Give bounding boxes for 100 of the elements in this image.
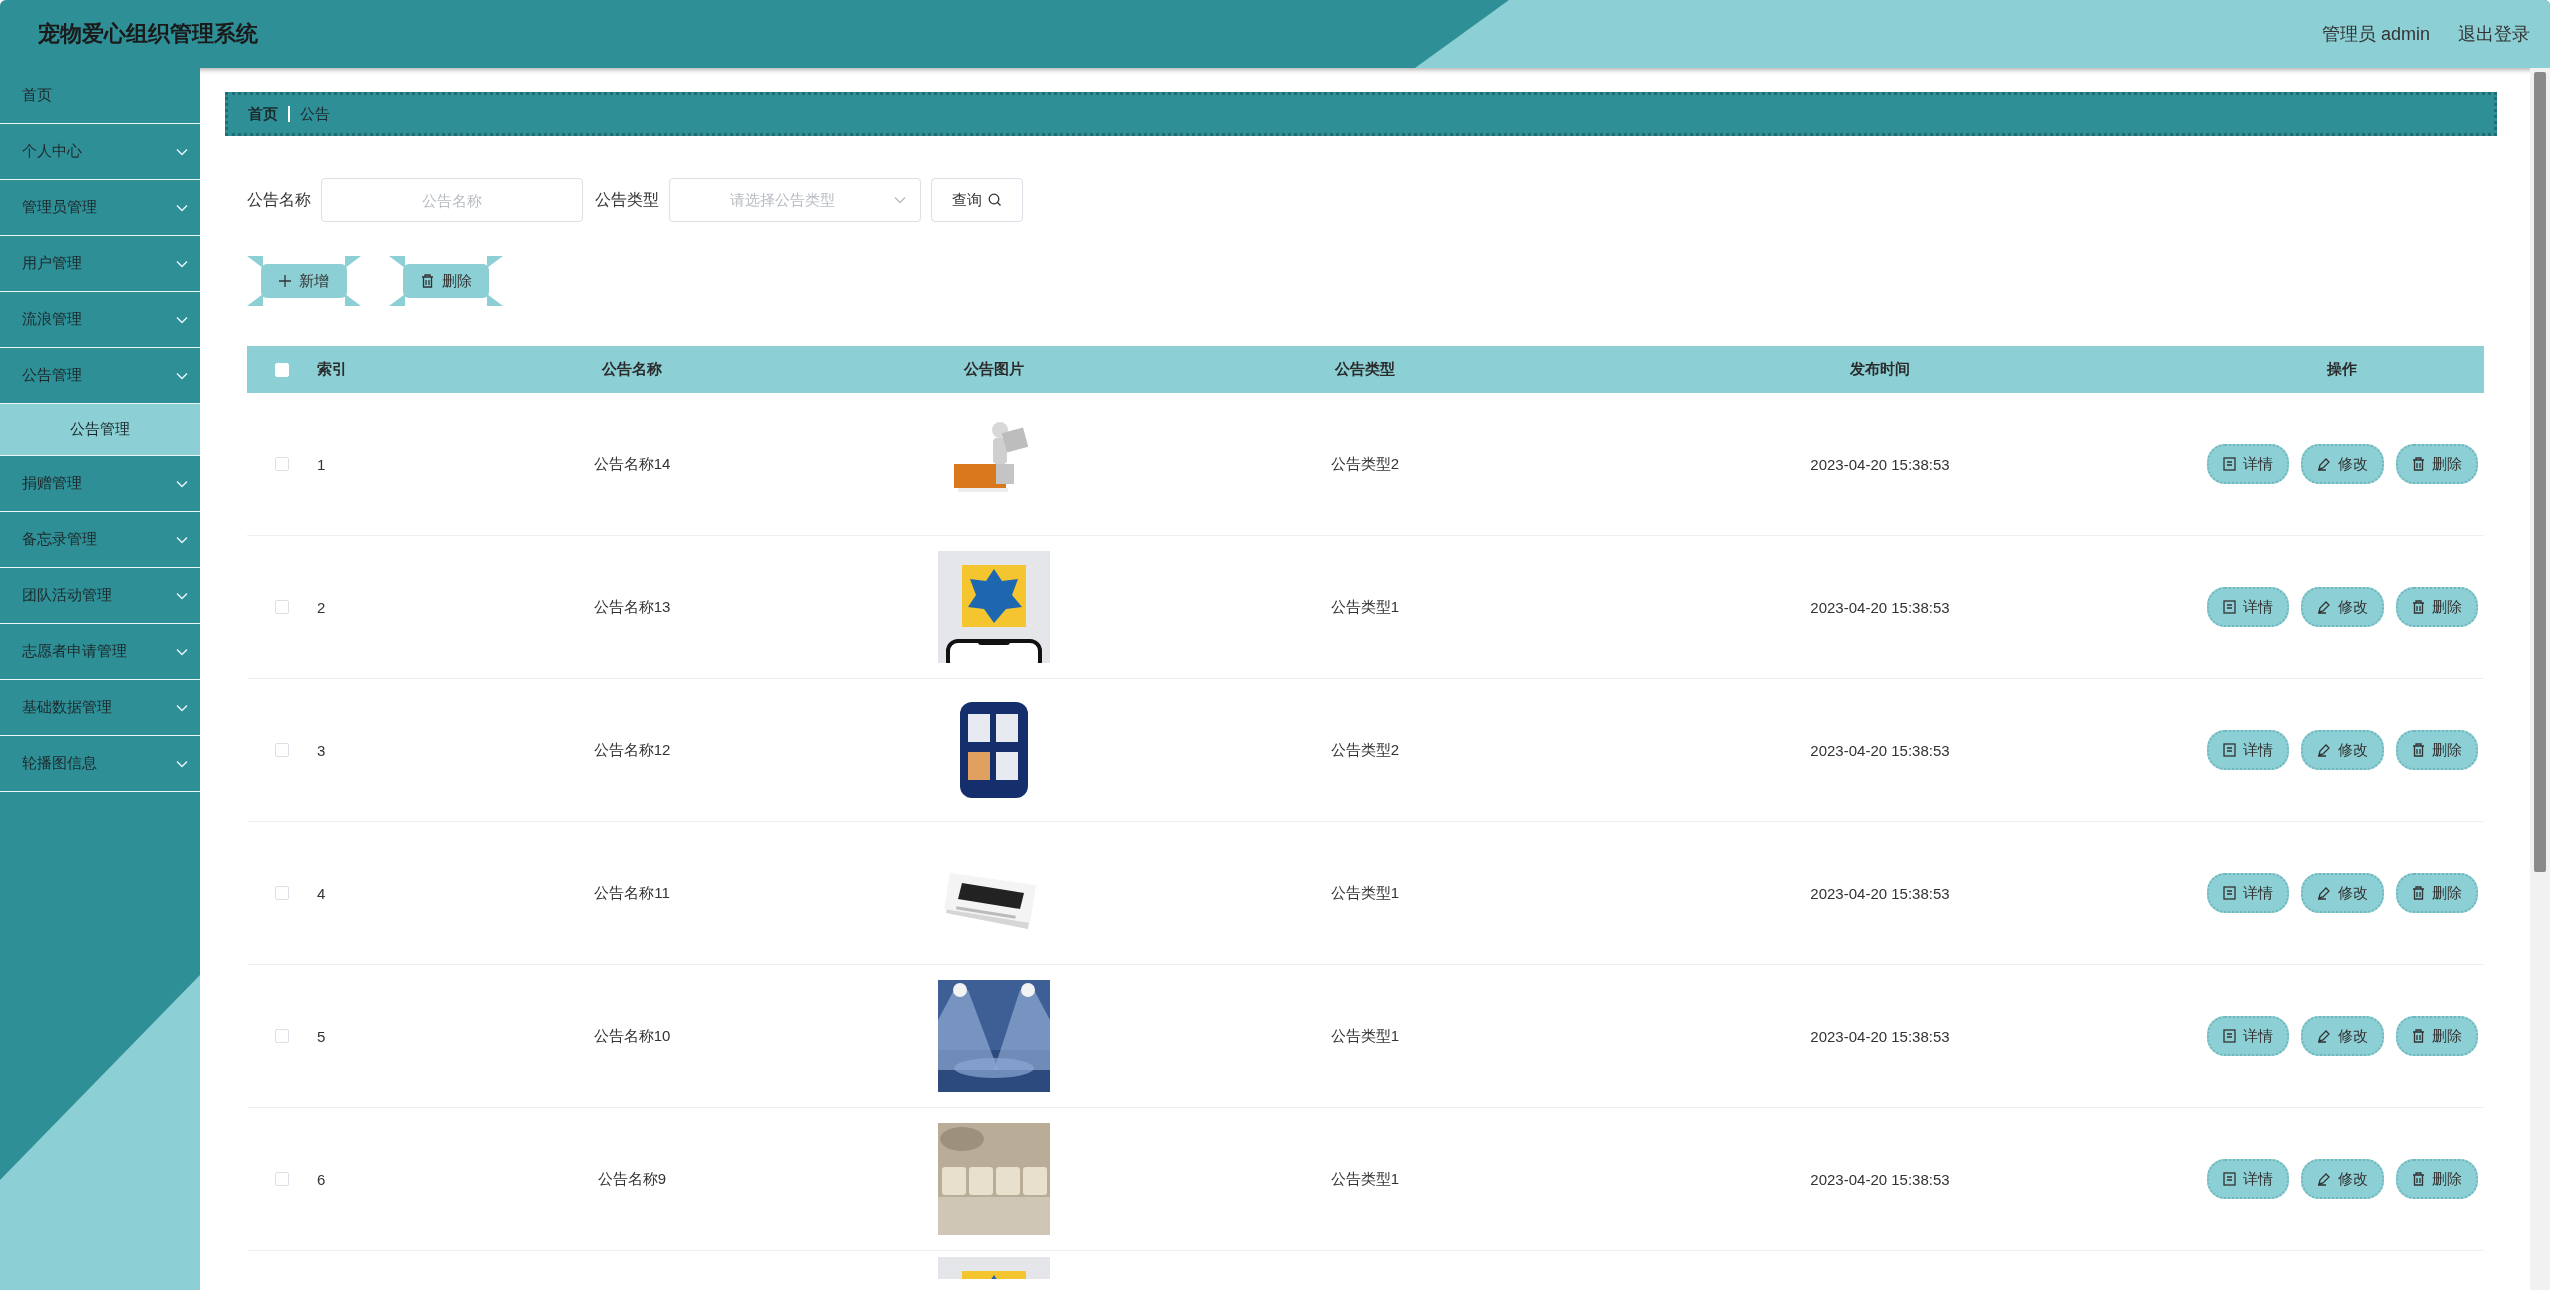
- menu-item[interactable]: 首页: [0, 68, 200, 124]
- row-checkbox[interactable]: [275, 1172, 289, 1186]
- details-button[interactable]: 详情: [2206, 873, 2289, 913]
- menu-item[interactable]: 管理员管理: [0, 180, 200, 236]
- pencil-icon: [2316, 1029, 2331, 1043]
- menu-item[interactable]: 团队活动管理: [0, 568, 200, 624]
- details-button[interactable]: 详情: [2206, 730, 2289, 770]
- submenu-item[interactable]: 公告管理: [0, 404, 200, 456]
- menu-item[interactable]: 备忘录管理: [0, 512, 200, 568]
- table-cell: 公告类型1: [1330, 883, 1400, 903]
- details-button[interactable]: 详情: [2206, 587, 2289, 627]
- trash-icon: [2411, 1172, 2425, 1186]
- edit-button[interactable]: 修改: [2300, 730, 2384, 770]
- user-label: 管理员 admin: [2321, 23, 2430, 46]
- chevron-down-icon: [894, 196, 906, 204]
- table-cell: 2023-04-20 15:38:53: [1810, 598, 1950, 616]
- table-cell: 公告名称12: [593, 740, 671, 760]
- table-cell: 公告名称11: [594, 883, 670, 903]
- chevron-down-icon: [176, 591, 188, 600]
- table-cell: 2023-04-20 15:38:53: [1810, 1027, 1950, 1045]
- document-icon: [2222, 600, 2236, 614]
- document-icon: [2222, 1172, 2236, 1186]
- table-cell: 2023-04-20 15:38:53: [1810, 1170, 1950, 1188]
- row-checkbox[interactable]: [275, 743, 289, 757]
- menu-item[interactable]: 轮播图信息: [0, 736, 200, 792]
- row-checkbox[interactable]: [275, 600, 289, 614]
- row-checkbox[interactable]: [275, 1029, 289, 1043]
- table-cell: 5: [317, 1027, 326, 1045]
- menu-item[interactable]: 流浪管理: [0, 292, 200, 348]
- document-icon: [2222, 743, 2236, 757]
- chevron-down-icon: [176, 203, 188, 212]
- table-cell: 2023-04-20 15:38:53: [1810, 455, 1950, 473]
- chevron-down-icon: [176, 259, 188, 268]
- table-cell: 公告名称14: [593, 454, 671, 474]
- name-input[interactable]: 公告名称: [321, 178, 583, 222]
- table-cell: 公告名称9: [597, 1169, 667, 1189]
- edit-button[interactable]: 修改: [2300, 444, 2384, 484]
- table-cell: 公告类型1: [1330, 1026, 1400, 1046]
- document-icon: [2222, 886, 2236, 900]
- pencil-icon: [2316, 743, 2331, 757]
- app-title: 宠物爱心组织管理系统: [38, 20, 258, 48]
- pencil-icon: [2316, 457, 2331, 471]
- menu-item[interactable]: 捐赠管理: [0, 456, 200, 512]
- column-header: 发布时间: [1850, 360, 1910, 379]
- chevron-down-icon: [176, 315, 188, 324]
- row-checkbox[interactable]: [275, 457, 289, 471]
- logout-link[interactable]: 退出登录: [2458, 22, 2530, 46]
- delete-button[interactable]: 删除: [2395, 444, 2478, 484]
- pencil-icon: [2316, 600, 2331, 614]
- chevron-down-icon: [176, 147, 188, 156]
- table-cell: 2023-04-20 15:38:53: [1810, 884, 1950, 902]
- breadcrumb-current: 公告: [300, 104, 330, 124]
- table-cell: 1: [317, 455, 326, 473]
- table-cell: 4: [317, 884, 326, 902]
- trash-icon: [2411, 600, 2425, 614]
- table-cell: 公告类型1: [1330, 1169, 1400, 1189]
- table-cell: 3: [317, 741, 326, 759]
- delete-button[interactable]: 删除: [2395, 730, 2478, 770]
- row-checkbox[interactable]: [275, 886, 289, 900]
- details-button[interactable]: 详情: [2206, 1016, 2289, 1056]
- trash-icon: [2411, 457, 2425, 471]
- chevron-down-icon: [176, 703, 188, 712]
- document-icon: [2222, 457, 2236, 471]
- chevron-down-icon: [176, 535, 188, 544]
- search-icon: [988, 193, 1002, 207]
- scrollbar-thumb[interactable]: [2534, 72, 2546, 872]
- trash-icon: [2411, 743, 2425, 757]
- delete-button[interactable]: 删除: [2395, 587, 2478, 627]
- search-button[interactable]: 查询: [931, 178, 1023, 222]
- delete-button[interactable]: 删除: [2395, 1016, 2478, 1056]
- table-cell: 公告类型1: [1330, 597, 1400, 617]
- column-header: 公告名称: [602, 360, 662, 379]
- document-icon: [2222, 1029, 2236, 1043]
- breadcrumb-link[interactable]: 首页: [248, 104, 278, 124]
- trash-icon: [2411, 1029, 2425, 1043]
- trash-icon: [2411, 886, 2425, 900]
- menu-item[interactable]: 个人中心: [0, 124, 200, 180]
- trash-icon: [420, 274, 434, 288]
- table-cell: 2: [317, 598, 326, 616]
- chevron-down-icon: [176, 371, 188, 380]
- table-cell: 公告类型2: [1330, 454, 1400, 474]
- edit-button[interactable]: 修改: [2300, 1159, 2384, 1199]
- edit-button[interactable]: 修改: [2300, 587, 2384, 627]
- menu-item[interactable]: 志愿者申请管理: [0, 624, 200, 680]
- menu-item[interactable]: 基础数据管理: [0, 680, 200, 736]
- menu-item[interactable]: 用户管理: [0, 236, 200, 292]
- chevron-down-icon: [176, 479, 188, 488]
- select-all-checkbox[interactable]: [275, 362, 289, 377]
- column-header: 公告类型: [1335, 360, 1395, 379]
- table-cell: 公告名称13: [593, 597, 671, 617]
- details-button[interactable]: 详情: [2206, 1159, 2289, 1199]
- edit-button[interactable]: 修改: [2300, 1016, 2384, 1056]
- column-header: 公告图片: [963, 360, 1024, 379]
- edit-button[interactable]: 修改: [2300, 873, 2384, 913]
- details-button[interactable]: 详情: [2206, 444, 2289, 484]
- delete-button[interactable]: 删除: [2395, 1159, 2478, 1199]
- column-header: 操作: [2327, 360, 2357, 379]
- field-label: 公告名称: [247, 189, 311, 210]
- pencil-icon: [2316, 886, 2331, 900]
- delete-button[interactable]: 删除: [2395, 873, 2478, 913]
